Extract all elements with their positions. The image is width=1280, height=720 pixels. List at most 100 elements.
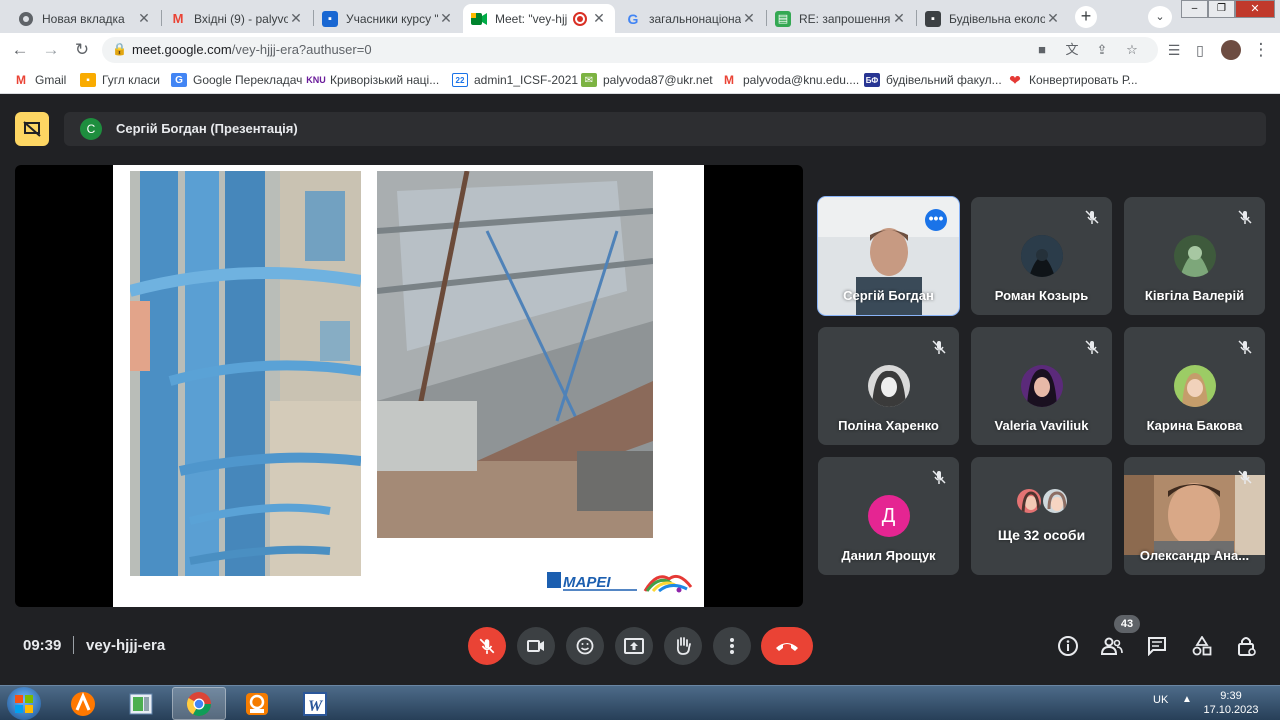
present-screen-button[interactable] [615, 627, 653, 665]
more-options-icon[interactable]: ••• [925, 209, 947, 231]
reload-icon[interactable]: ↻ [71, 39, 93, 61]
bookmark-faculty[interactable]: БФ будівельний факул... [864, 71, 1002, 89]
mic-off-icon [1085, 340, 1099, 354]
meeting-details-button[interactable] [1055, 633, 1081, 659]
restore-icon[interactable]: ❐ [1208, 0, 1235, 18]
bookmark-ukrnet[interactable]: ✉ palyvoda87@ukr.net [581, 71, 713, 89]
close-icon[interactable]: ✕ [741, 10, 757, 27]
mapei-logo-text: MAPEI [563, 574, 611, 591]
word-icon: W [303, 691, 327, 716]
side-panel-icon[interactable]: ▯ [1189, 39, 1211, 61]
participant-tile[interactable]: Олександр Ана... [1124, 457, 1265, 575]
bookmark-classroom[interactable]: ▪ Гугл класи [80, 71, 160, 89]
raise-hand-button[interactable] [664, 627, 702, 665]
host-controls-button[interactable] [1234, 633, 1260, 659]
translate-icon[interactable]: 文 [1064, 42, 1080, 58]
window-close-icon[interactable]: ✕ [1235, 0, 1275, 18]
chrome-icon [18, 11, 34, 27]
mic-off-icon [1085, 210, 1099, 224]
bookmark-admin[interactable]: 22 admin1_ICSF-2021 [452, 71, 578, 89]
participant-name: Valeria Vaviliuk [994, 418, 1089, 433]
participant-tile[interactable]: Карина Бакова [1124, 327, 1265, 445]
bookmark-translate[interactable]: G Google Перекладач [171, 71, 302, 89]
presentation-badge[interactable] [15, 112, 49, 146]
back-arrow-icon[interactable]: ← [9, 39, 31, 61]
browser-tab-classroom[interactable]: ▪ Учасники курсу "Б ✕ [314, 4, 462, 33]
browser-tab-ecology[interactable]: ▪ Будівельна еколо ✕ [917, 4, 1069, 33]
share-icon[interactable]: ⇪ [1094, 42, 1110, 58]
meet-icon [471, 11, 487, 27]
activities-button[interactable] [1189, 633, 1215, 659]
start-button[interactable] [7, 687, 41, 720]
taskbar-app-avast[interactable] [56, 687, 110, 720]
reactions-button[interactable] [566, 627, 604, 665]
participant-tile[interactable]: Valeria Vaviliuk [971, 327, 1112, 445]
browser-tab-gmail[interactable]: M Вхідні (9) - palyvoda87 ✕ [162, 4, 312, 33]
leave-call-button[interactable] [761, 627, 813, 665]
close-icon[interactable]: ✕ [136, 10, 152, 27]
bookmark-label: palyvoda@knu.edu.... [743, 73, 860, 87]
more-participants-tile[interactable]: Ще 32 особи [971, 457, 1112, 575]
tab-search-chevron-icon[interactable]: ⌄ [1148, 6, 1172, 28]
presenter-label: Сергій Богдан (Презентація) [116, 121, 298, 136]
close-icon[interactable]: ✕ [288, 10, 304, 27]
browser-tab-re[interactable]: ▤ RE: запрошення н ✕ [767, 4, 915, 33]
tray-expand-icon[interactable]: ▲ [1182, 694, 1192, 705]
faculty-icon: БФ [864, 73, 880, 87]
close-icon[interactable]: ✕ [591, 10, 607, 27]
url-path: /vey-hjjj-era?authuser=0 [231, 42, 372, 57]
kebab-menu-icon[interactable]: ⋮ [1250, 39, 1272, 61]
taskbar-app-pdf[interactable] [230, 687, 284, 720]
divider [73, 636, 74, 654]
lock-icon: 🔒 [112, 42, 127, 56]
presentation-stage[interactable]: MAPEI [15, 165, 803, 607]
address-bar[interactable]: 🔒 meet.google.com/vey-hjjj-era?authuser=… [102, 37, 1158, 63]
avast-icon [71, 691, 95, 716]
bookmark-gmail[interactable]: M Gmail [13, 71, 66, 89]
new-tab-button[interactable]: + [1075, 6, 1097, 28]
camera-in-use-icon[interactable]: ■ [1034, 42, 1050, 58]
bookmark-knu[interactable]: KNU Криворізький наці... [306, 71, 439, 89]
participant-tile[interactable]: Ківгіла Валерій [1124, 197, 1265, 315]
participant-name: Сергій Богдан [843, 288, 934, 303]
camera-icon [527, 640, 544, 652]
participant-tile[interactable]: Роман Козырь [971, 197, 1112, 315]
participant-tile[interactable]: Поліна Харенко [818, 327, 959, 445]
close-icon[interactable]: ✕ [891, 10, 907, 27]
meeting-code: vey-hjjj-era [86, 637, 166, 654]
bookmark-convert[interactable]: ❤ Конвертировать Р... [1007, 71, 1138, 89]
participant-tile[interactable]: Д Данил Ярощук [818, 457, 959, 575]
camera-toggle-button[interactable] [517, 627, 555, 665]
system-clock[interactable]: 9:39 17.10.2023 [1200, 689, 1262, 717]
bookmark-label: admin1_ICSF-2021 [474, 73, 579, 87]
more-options-button[interactable] [713, 627, 751, 665]
present-screen-icon [624, 638, 644, 654]
mic-toggle-button[interactable] [468, 627, 506, 665]
slide-photo-ceiling [377, 171, 653, 538]
people-button[interactable] [1099, 633, 1125, 659]
keyboard-language[interactable]: UK [1153, 694, 1168, 706]
window-controls: – ❐ ✕ [1181, 0, 1276, 20]
bookmark-star-icon[interactable]: ☆ [1124, 42, 1140, 58]
browser-tab-google[interactable]: G загальнонаціонал ✕ [617, 4, 765, 33]
chat-button[interactable] [1144, 633, 1170, 659]
bookmark-knu-mail[interactable]: M palyvoda@knu.edu.... [721, 71, 859, 89]
presentation-slide: MAPEI [113, 165, 704, 607]
taskbar-app-word[interactable]: W [288, 687, 342, 720]
taskbar-app-chrome[interactable] [172, 687, 226, 720]
close-icon[interactable]: ✕ [1045, 10, 1061, 27]
browser-tab-meet[interactable]: Meet: "vey-hjj ✕ [463, 4, 615, 33]
close-icon[interactable]: ✕ [438, 10, 454, 27]
browser-tab-new[interactable]: Новая вкладка ✕ [10, 4, 160, 33]
participant-avatar [1041, 487, 1069, 515]
forward-arrow-icon[interactable]: → [40, 39, 62, 61]
reading-list-icon[interactable]: ☰ [1163, 39, 1185, 61]
lock-person-icon [1238, 637, 1256, 656]
bookmark-label: Google Перекладач [193, 73, 303, 87]
google-icon: G [627, 10, 639, 27]
info-icon [1058, 636, 1078, 656]
participant-tile[interactable]: ••• Сергій Богдан [817, 196, 960, 316]
taskbar-app-explorer[interactable] [114, 687, 168, 720]
profile-avatar[interactable] [1221, 40, 1241, 60]
minimize-icon[interactable]: – [1181, 0, 1208, 18]
